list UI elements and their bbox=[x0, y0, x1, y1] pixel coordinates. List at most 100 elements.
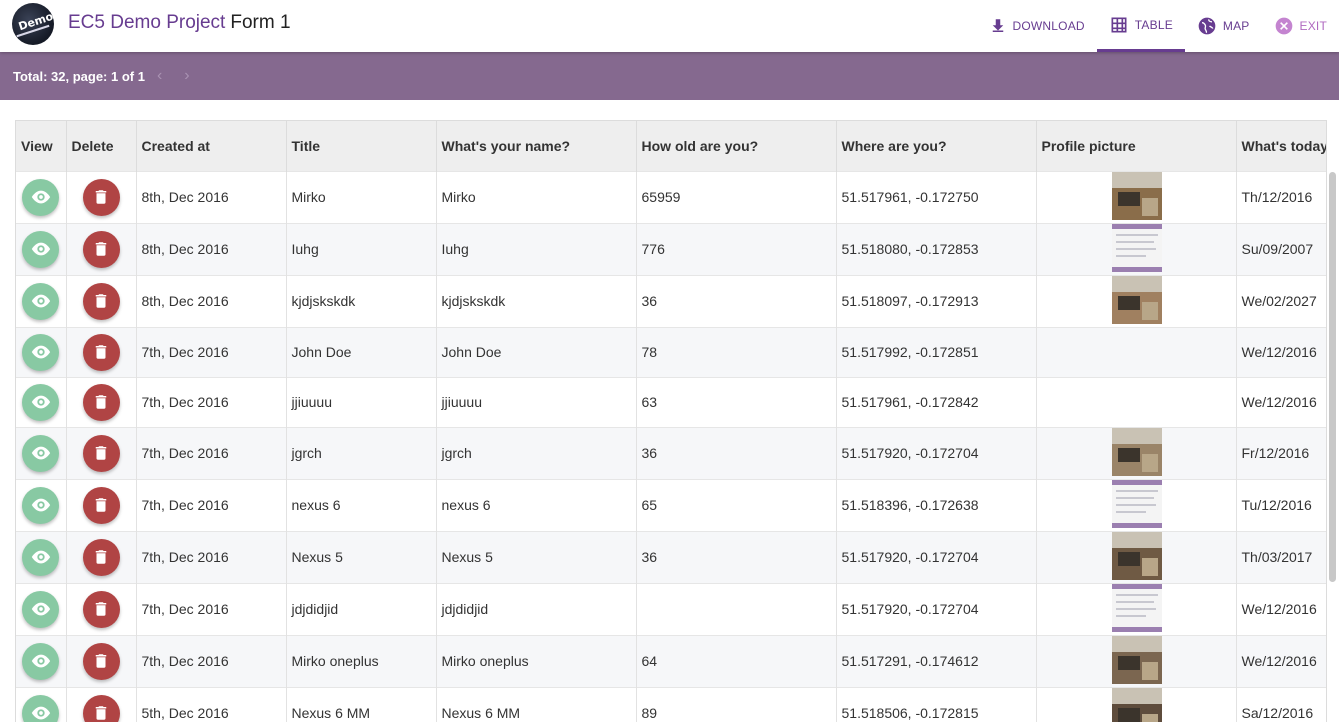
view-cell bbox=[16, 479, 66, 531]
profile-picture-thumbnail[interactable] bbox=[1112, 584, 1162, 632]
age-cell: 776 bbox=[636, 223, 836, 275]
age-cell: 36 bbox=[636, 531, 836, 583]
table-icon bbox=[1109, 15, 1129, 35]
eye-icon bbox=[30, 391, 52, 413]
trash-icon bbox=[92, 239, 110, 259]
location-cell: 51.518506, -0.172815 bbox=[836, 687, 1036, 722]
view-button[interactable] bbox=[22, 643, 59, 680]
location-cell: 51.517920, -0.172704 bbox=[836, 427, 1036, 479]
column-header[interactable]: Where are you? bbox=[836, 121, 1036, 171]
column-header[interactable]: What's today bbox=[1236, 121, 1327, 171]
map-label: MAP bbox=[1223, 19, 1250, 33]
delete-button[interactable] bbox=[83, 231, 120, 268]
title-cell: Mirko oneplus bbox=[286, 635, 436, 687]
table-header-row: ViewDeleteCreated atTitleWhat's your nam… bbox=[16, 121, 1327, 171]
profile-picture-thumbnail[interactable] bbox=[1112, 172, 1162, 220]
view-button[interactable] bbox=[22, 231, 59, 268]
table-tab[interactable]: TABLE bbox=[1097, 0, 1185, 52]
chevron-right-icon[interactable]: › bbox=[184, 67, 189, 85]
chevron-left-icon[interactable]: ‹ bbox=[157, 67, 162, 85]
today-cell: Fr/12/2016 bbox=[1236, 427, 1327, 479]
delete-button[interactable] bbox=[83, 695, 120, 722]
profile-picture-thumbnail[interactable] bbox=[1112, 428, 1162, 476]
column-header[interactable]: Profile picture bbox=[1036, 121, 1236, 171]
trash-icon bbox=[92, 342, 110, 362]
delete-button[interactable] bbox=[83, 643, 120, 680]
age-cell: 36 bbox=[636, 275, 836, 327]
delete-button[interactable] bbox=[83, 539, 120, 576]
vertical-scrollbar[interactable] bbox=[1329, 172, 1336, 582]
delete-button[interactable] bbox=[83, 334, 120, 371]
view-cell bbox=[16, 583, 66, 635]
profile-picture-cell bbox=[1036, 583, 1236, 635]
eye-icon bbox=[30, 186, 52, 208]
view-button[interactable] bbox=[22, 695, 59, 722]
view-cell bbox=[16, 171, 66, 223]
trash-icon bbox=[92, 443, 110, 463]
name-cell: Iuhg bbox=[436, 223, 636, 275]
profile-picture-thumbnail[interactable] bbox=[1112, 224, 1162, 272]
project-title[interactable]: EC5 Demo Project bbox=[68, 12, 225, 33]
view-button[interactable] bbox=[22, 334, 59, 371]
delete-button[interactable] bbox=[83, 384, 120, 421]
trash-icon bbox=[92, 495, 110, 515]
delete-button[interactable] bbox=[83, 179, 120, 216]
trash-icon bbox=[92, 651, 110, 671]
name-cell: Nexus 5 bbox=[436, 531, 636, 583]
title-cell: John Doe bbox=[286, 327, 436, 377]
view-button[interactable] bbox=[22, 539, 59, 576]
view-button[interactable] bbox=[22, 591, 59, 628]
today-cell: We/02/2027 bbox=[1236, 275, 1327, 327]
view-button[interactable] bbox=[22, 435, 59, 472]
created-at-cell: 7th, Dec 2016 bbox=[136, 531, 286, 583]
delete-button[interactable] bbox=[83, 435, 120, 472]
eye-icon bbox=[30, 650, 52, 672]
eye-icon bbox=[30, 341, 52, 363]
profile-picture-thumbnail[interactable] bbox=[1112, 480, 1162, 528]
created-at-cell: 8th, Dec 2016 bbox=[136, 275, 286, 327]
project-logo[interactable]: Demo bbox=[12, 3, 54, 45]
column-header[interactable]: Title bbox=[286, 121, 436, 171]
delete-cell bbox=[66, 687, 136, 722]
name-cell: jgrch bbox=[436, 427, 636, 479]
table-body: 8th, Dec 2016MirkoMirko6595951.517961, -… bbox=[16, 171, 1327, 722]
exit-button[interactable]: EXIT bbox=[1262, 0, 1339, 52]
column-header[interactable]: What's your name? bbox=[436, 121, 636, 171]
header-nav: DOWNLOAD TABLE MAP EXIT bbox=[977, 0, 1339, 52]
map-tab[interactable]: MAP bbox=[1185, 0, 1262, 52]
profile-picture-thumbnail[interactable] bbox=[1112, 636, 1162, 684]
profile-picture-thumbnail[interactable] bbox=[1112, 532, 1162, 580]
delete-cell bbox=[66, 583, 136, 635]
view-button[interactable] bbox=[22, 179, 59, 216]
created-at-cell: 8th, Dec 2016 bbox=[136, 171, 286, 223]
trash-icon bbox=[92, 703, 110, 722]
table-row: 8th, Dec 2016IuhgIuhg77651.518080, -0.17… bbox=[16, 223, 1327, 275]
profile-picture-cell bbox=[1036, 275, 1236, 327]
table-row: 7th, Dec 2016Nexus 5Nexus 53651.517920, … bbox=[16, 531, 1327, 583]
age-cell: 89 bbox=[636, 687, 836, 722]
delete-button[interactable] bbox=[83, 591, 120, 628]
column-header[interactable]: How old are you? bbox=[636, 121, 836, 171]
table-row: 7th, Dec 2016jjiuuuujjiuuuu6351.517961, … bbox=[16, 377, 1327, 427]
column-header[interactable]: Delete bbox=[66, 121, 136, 171]
location-cell: 51.517920, -0.172704 bbox=[836, 583, 1036, 635]
close-circle-icon bbox=[1274, 16, 1294, 36]
column-header[interactable]: View bbox=[16, 121, 66, 171]
view-button[interactable] bbox=[22, 384, 59, 421]
table-row: 5th, Dec 2016Nexus 6 MMNexus 6 MM8951.51… bbox=[16, 687, 1327, 722]
profile-picture-thumbnail[interactable] bbox=[1112, 688, 1162, 722]
today-cell: We/12/2016 bbox=[1236, 583, 1327, 635]
profile-picture-thumbnail[interactable] bbox=[1112, 276, 1162, 324]
delete-button[interactable] bbox=[83, 283, 120, 320]
view-button[interactable] bbox=[22, 487, 59, 524]
today-cell: We/12/2016 bbox=[1236, 377, 1327, 427]
title-cell: kjdjskskdk bbox=[286, 275, 436, 327]
today-cell: Th/12/2016 bbox=[1236, 171, 1327, 223]
today-cell: Th/03/2017 bbox=[1236, 531, 1327, 583]
table-row: 7th, Dec 2016John DoeJohn Doe7851.517992… bbox=[16, 327, 1327, 377]
column-header[interactable]: Created at bbox=[136, 121, 286, 171]
delete-button[interactable] bbox=[83, 487, 120, 524]
download-button[interactable]: DOWNLOAD bbox=[977, 0, 1097, 52]
delete-cell bbox=[66, 327, 136, 377]
view-button[interactable] bbox=[22, 283, 59, 320]
